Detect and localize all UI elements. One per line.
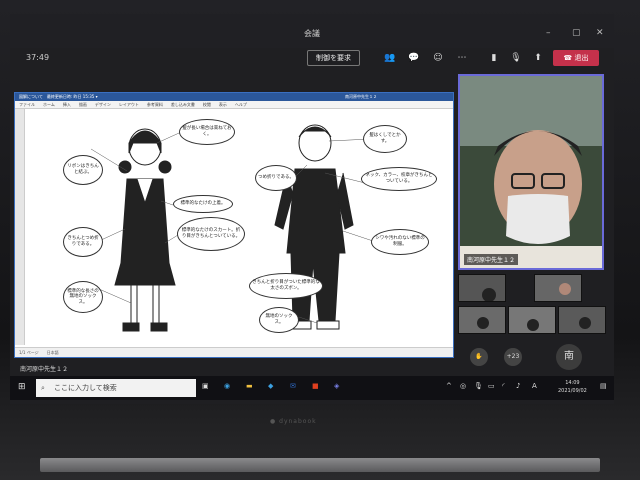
- bubble-boy-collar: ネック、カラー、校章がきちんとついている。: [361, 167, 437, 191]
- mic-icon[interactable]: 🎙: [474, 382, 483, 390]
- presenter-label: 南河原中先生１２: [20, 366, 69, 373]
- windows-start-icon[interactable]: ⊞: [18, 382, 26, 392]
- presenter-video[interactable]: 南河原中先生１２: [458, 74, 604, 270]
- leave-label: 退出: [574, 54, 589, 62]
- clock-date: 2021/09/02: [558, 388, 587, 394]
- task-view-icon[interactable]: ▣: [202, 382, 209, 390]
- ribbon-tab[interactable]: 挿入: [63, 102, 71, 107]
- search-icon: ⌕: [41, 384, 45, 392]
- raise-hand-icon[interactable]: ✋: [470, 348, 488, 366]
- battery-icon[interactable]: ▭: [488, 382, 495, 390]
- participant-thumbnail[interactable]: [458, 274, 506, 302]
- ribbon-tab[interactable]: 表示: [219, 102, 227, 107]
- bubble-girl-collar: きちんとつめ折りである。: [63, 227, 103, 257]
- participant-thumbnail[interactable]: [534, 274, 582, 302]
- taskbar-search-input[interactable]: ⌕ ここに入力して検索: [36, 379, 196, 397]
- presenter-face: [460, 76, 602, 268]
- request-control-button[interactable]: 制御を要求: [307, 50, 360, 66]
- participant-thumbnail[interactable]: [508, 306, 556, 334]
- ribbon-tab[interactable]: 描画: [79, 102, 87, 107]
- shared-screen: 図解について 最終更新日時: 昨日 15:35 ▾ 南河原中先生１２ ファイル ホー…: [14, 92, 454, 358]
- minimize-icon[interactable]: –: [546, 28, 551, 38]
- doc-title: 図解について 最終更新日時: 昨日 15:35 ▾: [19, 94, 98, 99]
- office-icon[interactable]: ■: [312, 382, 319, 390]
- laptop-frame: 会議 – ▢ ✕ 37:49 制御を要求 👥 💬 ☺ ⋯ ▮ 🎙 ⬆ ☎ 退出 …: [0, 0, 640, 480]
- thumb-image: [459, 307, 505, 333]
- leave-button[interactable]: ☎ 退出: [553, 50, 599, 66]
- screen: 会議 – ▢ ✕ 37:49 制御を要求 👥 💬 ☺ ⋯ ▮ 🎙 ⬆ ☎ 退出 …: [10, 14, 614, 404]
- more-participants-badge[interactable]: +23: [504, 348, 522, 366]
- volume-icon[interactable]: ♪: [516, 382, 520, 390]
- presenter-name-tag: 南河原中先生１２: [464, 254, 519, 265]
- more-options-icon[interactable]: ⋯: [456, 52, 468, 64]
- ribbon-tab[interactable]: ファイル: [19, 102, 35, 107]
- mail-icon[interactable]: ✉: [290, 382, 296, 390]
- network-icon[interactable]: ◎: [460, 382, 466, 390]
- taskbar-clock[interactable]: 14:09 2021/09/02: [558, 379, 587, 395]
- windows-taskbar: ⊞ ⌕ ここに入力して検索 ▣ ◉ ▬ ◆ ✉ ■ ◈ ^ ◎ 🎙 ▭ ◜ ♪ A…: [10, 376, 614, 400]
- bubble-boy-socks: 無地のソックス。: [259, 307, 299, 333]
- thumb-image: [559, 307, 605, 333]
- ribbon-tab[interactable]: レイアウト: [119, 102, 139, 107]
- word-title-bar: 図解について 最終更新日時: 昨日 15:35 ▾ 南河原中先生１２: [15, 93, 453, 101]
- teams-icon[interactable]: ◈: [334, 382, 339, 390]
- clock-time: 14:09: [565, 380, 580, 386]
- search-placeholder: ここに入力して検索: [54, 384, 117, 392]
- bubble-girl-ribbon: リボンはきちんと結ぶ。: [63, 155, 103, 185]
- camera-icon[interactable]: ▮: [488, 52, 500, 64]
- participants-icon[interactable]: 👥: [384, 52, 396, 64]
- window-title: 会議: [304, 29, 320, 38]
- word-ribbon: ファイル ホーム 挿入 描画 デザイン レイアウト 参考資料 差し込み文書 校閲 表示 ヘルプ: [15, 101, 453, 109]
- ribbon-tab[interactable]: 参考資料: [147, 102, 163, 107]
- bubble-boy-tsume: つめ折りである。: [255, 165, 297, 191]
- bubble-girl-socks: 標準的な長さの無地のソックス。: [63, 281, 103, 313]
- notification-icon[interactable]: ▤: [600, 382, 607, 390]
- ime-indicator[interactable]: A: [532, 382, 537, 390]
- participant-avatar[interactable]: 南: [556, 344, 582, 370]
- ribbon-tab[interactable]: デザイン: [95, 102, 111, 107]
- chat-icon[interactable]: 💬: [408, 52, 420, 64]
- laptop-hinge: [40, 458, 600, 472]
- reactions-icon[interactable]: ☺: [432, 52, 444, 64]
- meeting-toolbar: 37:49 制御を要求 👥 💬 ☺ ⋯ ▮ 🎙 ⬆ ☎ 退出: [10, 48, 614, 70]
- mic-muted-icon[interactable]: 🎙: [510, 52, 522, 64]
- ribbon-tab[interactable]: 校閲: [203, 102, 211, 107]
- ribbon-tab[interactable]: ホーム: [43, 102, 55, 107]
- edge-icon[interactable]: ◉: [224, 382, 230, 390]
- maximize-icon[interactable]: ▢: [572, 28, 581, 38]
- bubble-girl-skirt: 標準的なたけのスカート。折り目がきちんとついている。: [177, 217, 245, 251]
- ribbon-tab[interactable]: ヘルプ: [235, 102, 247, 107]
- girl-figure: [114, 128, 176, 332]
- bubble-girl-hair: 髪が長い場合は束ねておく。: [179, 119, 235, 145]
- thumb-image: [459, 275, 505, 301]
- store-icon[interactable]: ◆: [268, 382, 273, 390]
- thumb-image: [535, 275, 581, 301]
- title-bar: 会議 – ▢ ✕: [10, 14, 614, 48]
- bubble-girl-jacket: 標準的なたけの上着。: [173, 195, 233, 213]
- bubble-boy-uniform: シワや汚れのない標準の制服。: [371, 229, 429, 255]
- file-explorer-icon[interactable]: ▬: [246, 382, 253, 390]
- tray-chevron-icon[interactable]: ^: [446, 382, 452, 390]
- word-status-bar: 1/1 ページ 日本語: [15, 347, 453, 357]
- share-icon[interactable]: ⬆: [532, 52, 544, 64]
- participant-thumbnail[interactable]: [458, 306, 506, 334]
- doc-user: 南河原中先生１２: [345, 94, 377, 99]
- document-page: 髪が長い場合は束ねておく。 リボンはきちんと結ぶ。 標準的なたけの上着。 標準的…: [27, 113, 441, 345]
- thumb-image: [509, 307, 555, 333]
- ribbon-tab[interactable]: 差し込み文書: [171, 102, 195, 107]
- bubble-boy-trousers: きちんと折り目がついた標準的な太さのズボン。: [249, 273, 323, 299]
- meeting-timer: 37:49: [26, 53, 50, 62]
- wifi-icon[interactable]: ◜: [502, 382, 505, 390]
- vertical-ruler: [15, 109, 25, 345]
- participant-thumbnail[interactable]: [558, 306, 606, 334]
- laptop-brand: ● dynabook: [270, 418, 317, 425]
- bubble-boy-hair: 髪はくしでとかす。: [363, 125, 407, 153]
- close-icon[interactable]: ✕: [596, 28, 604, 38]
